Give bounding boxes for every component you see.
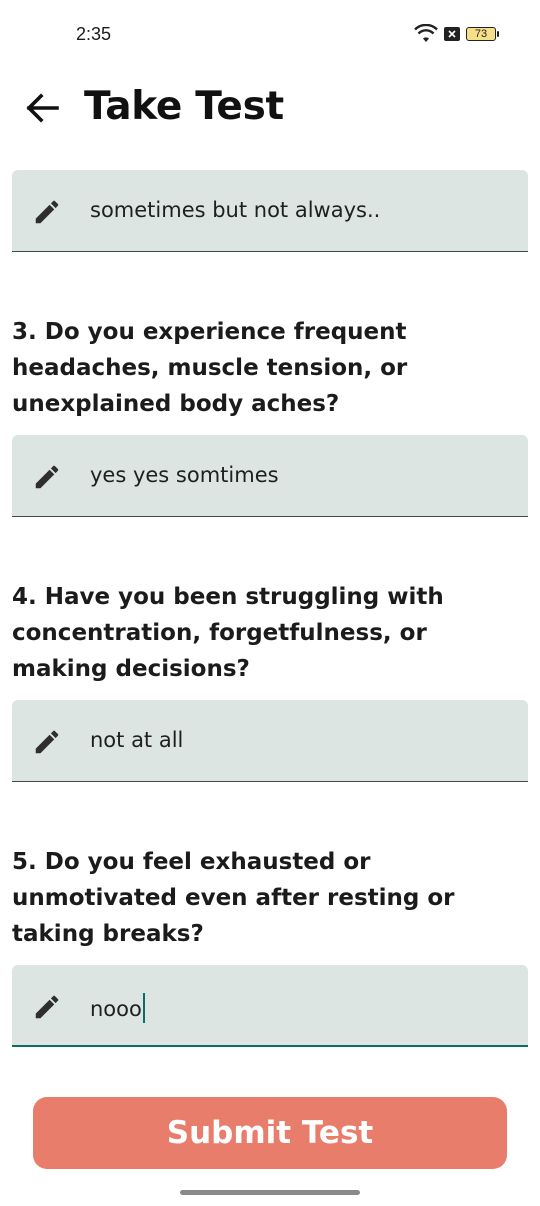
- text-cursor: [142, 993, 145, 1023]
- answer-field-2[interactable]: sometimes but not always..: [12, 170, 528, 252]
- submit-test-button[interactable]: Submit Test: [33, 1097, 507, 1169]
- app-bar: Take Test: [0, 70, 540, 150]
- page-title: Take Test: [84, 84, 284, 129]
- edit-icon: [35, 730, 59, 754]
- answer-value-wrapper: nooo: [90, 993, 145, 1023]
- answer-field-4[interactable]: not at all: [12, 700, 528, 782]
- wifi-icon: [414, 24, 438, 42]
- answer-value: not at all: [90, 728, 184, 752]
- close-box-icon: [444, 27, 460, 41]
- edit-icon: [35, 200, 59, 224]
- question-3-label: 3. Do you experience frequent headaches,…: [12, 319, 408, 417]
- status-bar: 2:35 73: [0, 0, 540, 70]
- edit-icon: [35, 995, 59, 1019]
- arrow-left-icon: [26, 93, 59, 123]
- status-icons: 73: [414, 22, 499, 46]
- answer-value: sometimes but not always..: [90, 198, 381, 222]
- battery-level: 73: [474, 28, 488, 40]
- answer-field-5[interactable]: nooo: [12, 965, 528, 1047]
- answer-value: nooo: [90, 997, 142, 1021]
- answer-value: yes yes somtimes: [90, 463, 279, 487]
- battery-icon: 73: [466, 27, 499, 41]
- home-indicator[interactable]: [180, 1190, 360, 1195]
- back-button[interactable]: [22, 88, 62, 128]
- status-time: 2:35: [76, 24, 112, 44]
- edit-icon: [35, 465, 59, 489]
- question-4-label: 4. Have you been struggling with concent…: [12, 584, 444, 682]
- question-5-label: 5. Do you feel exhausted or unmotivated …: [12, 849, 455, 947]
- answer-field-3[interactable]: yes yes somtimes: [12, 435, 528, 517]
